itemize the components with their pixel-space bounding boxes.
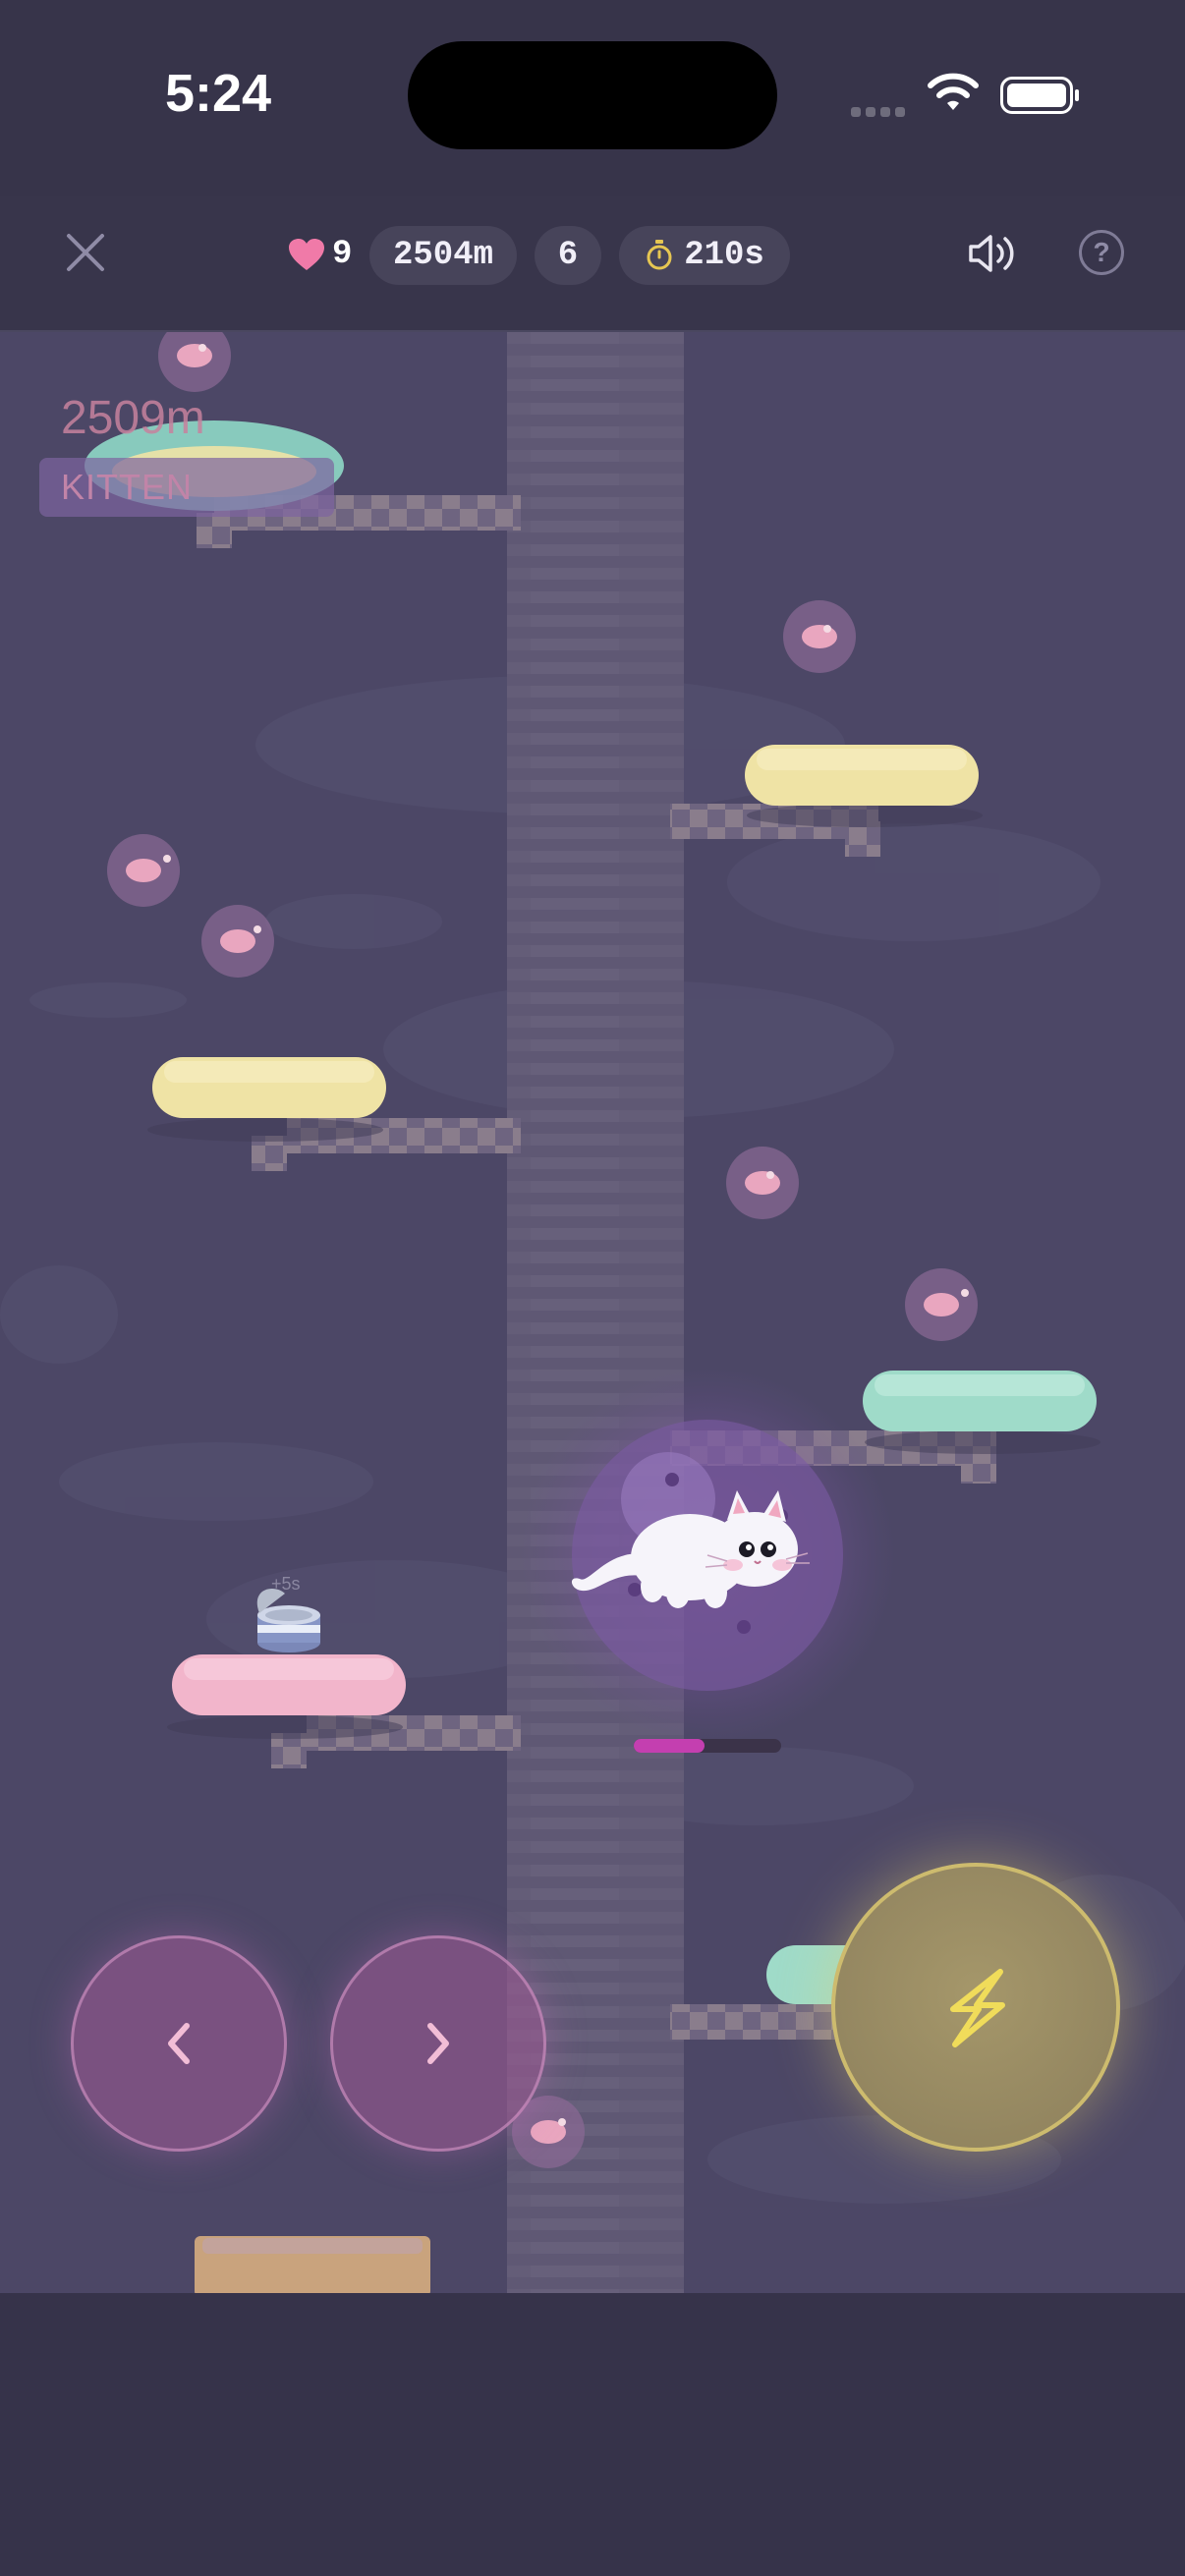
time-bonus-label: +5s [271, 1574, 301, 1594]
move-right-button[interactable] [330, 1935, 546, 2152]
bottom-area [0, 2293, 1185, 2576]
level-pill: 6 [535, 226, 601, 285]
lives-counter: 9 [287, 236, 352, 273]
stopwatch-icon [647, 240, 672, 270]
best-label: KITTEN [39, 458, 334, 517]
speaker-icon[interactable] [965, 230, 1022, 277]
lives-value: 9 [332, 236, 353, 273]
distance-pill: 2504m [369, 226, 517, 285]
boost-button[interactable] [831, 1863, 1120, 2152]
timer-value: 210s [684, 237, 764, 274]
platform-yellow-left [147, 1057, 386, 1142]
game-top-bar: 9 2504m 6 210s ? [0, 196, 1185, 332]
platform-teal-right [863, 1371, 1100, 1454]
signal-icon [851, 102, 910, 121]
platform-pink-left [167, 1654, 406, 1739]
level-value: 6 [557, 237, 579, 274]
boost-meter [634, 1739, 781, 1753]
close-icon[interactable] [59, 226, 112, 279]
dynamic-island [408, 41, 777, 149]
chevron-right-icon [427, 2023, 449, 2064]
battery-icon [1000, 77, 1079, 114]
lightning-icon [950, 1969, 1005, 2047]
heart-icon [289, 239, 324, 270]
chevron-left-icon [168, 2023, 190, 2064]
wifi-icon [928, 73, 979, 110]
distance-value: 2504m [392, 237, 494, 274]
platform-yellow-upper [745, 745, 983, 827]
status-time: 5:24 [165, 64, 272, 123]
best-distance: 2509m [61, 392, 205, 444]
platform-tan-bottom [195, 2236, 430, 2293]
move-left-button[interactable] [71, 1935, 287, 2152]
timer-pill: 210s [619, 226, 790, 285]
status-bar: 5:24 [0, 0, 1185, 196]
help-icon[interactable]: ? [1079, 230, 1124, 275]
boost-meter-fill [634, 1739, 705, 1753]
